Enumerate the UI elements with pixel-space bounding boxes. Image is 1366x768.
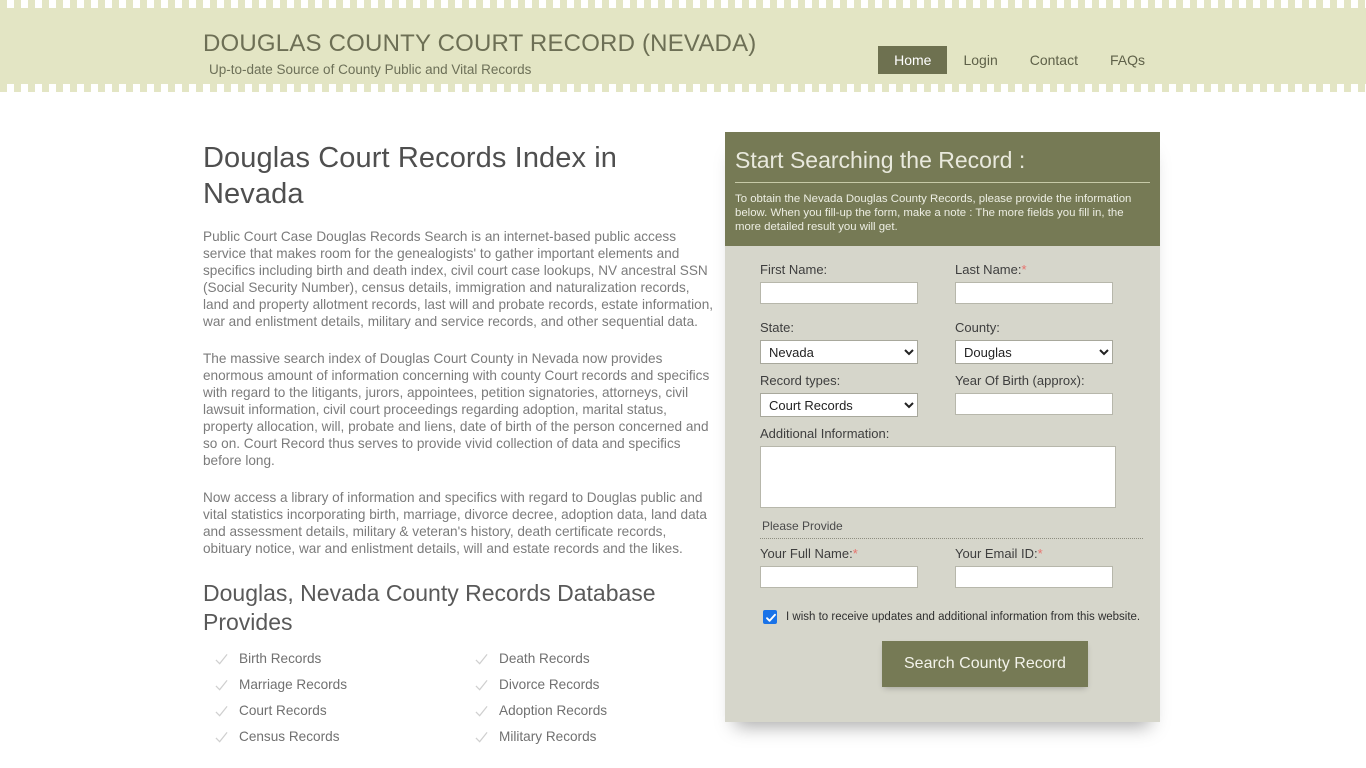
check-icon	[475, 653, 488, 665]
record-label: Marriage Records	[239, 677, 348, 692]
last-name-label-text: Last Name:	[955, 262, 1022, 277]
record-search-form: First Name: Last Name:* State: Nevada Co…	[725, 246, 1160, 687]
nav-item-faqs[interactable]: FAQs	[1094, 46, 1161, 74]
full-name-input[interactable]	[760, 566, 918, 588]
submit-row: Search County Record	[760, 641, 1150, 687]
brand: DOUGLAS COUNTY COURT RECORD (NEVADA) Up-…	[203, 30, 757, 78]
panel-description: To obtain the Nevada Douglas County Reco…	[735, 193, 1132, 233]
intro-paragraph-1: Public Court Case Douglas Records Search…	[203, 229, 714, 329]
page-root: DOUGLAS COUNTY COURT RECORD (NEVADA) Up-…	[0, 0, 1366, 768]
records-list: Birth Records Death Records Marriage Rec…	[215, 651, 718, 745]
site-title: DOUGLAS COUNTY COURT RECORD (NEVADA)	[203, 30, 757, 57]
county-label: County:	[955, 320, 1000, 335]
nav-item-contact[interactable]: Contact	[1014, 46, 1094, 74]
year-of-birth-input[interactable]	[955, 393, 1113, 415]
list-item: Death Records	[475, 651, 735, 667]
first-name-label: First Name:	[760, 262, 828, 277]
intro-paragraph-3: Now access a library of information and …	[203, 490, 707, 556]
email-field-group: Your Email ID:*	[955, 546, 1150, 588]
consent-label: I wish to receive updates and additional…	[786, 611, 1141, 623]
required-marker: *	[1037, 546, 1043, 561]
state-select[interactable]: Nevada	[760, 340, 918, 364]
check-icon	[475, 705, 488, 717]
consent-checkbox[interactable]	[763, 610, 777, 624]
nav-item-login[interactable]: Login	[947, 46, 1013, 74]
nav-item-home[interactable]: Home	[878, 46, 948, 74]
panel-title: Start Searching the Record :	[735, 146, 1150, 183]
main-content: Douglas Court Records Index in Nevada Pu…	[203, 140, 718, 745]
additional-info-label: Additional Information:	[760, 426, 890, 441]
list-item: Divorce Records	[475, 677, 735, 693]
consent-row: I wish to receive updates and additional…	[763, 610, 1150, 624]
record-label: Divorce Records	[499, 677, 600, 692]
email-label: Your Email ID:*	[955, 546, 1150, 562]
additional-info-field-group: Additional Information:	[760, 426, 1150, 513]
check-icon	[215, 653, 228, 665]
record-type-yob-row: Record types: Court Records Year Of Birt…	[760, 373, 1150, 417]
additional-info-textarea[interactable]	[760, 446, 1116, 508]
record-label: Death Records	[499, 651, 590, 666]
check-icon	[215, 705, 228, 717]
last-name-label: Last Name:*	[955, 262, 1150, 278]
header-top-dashed-border	[0, 0, 1366, 8]
state-county-row: State: Nevada County: Douglas	[760, 320, 1150, 364]
checkmark-icon	[766, 613, 776, 622]
search-record-panel: Start Searching the Record : To obtain t…	[725, 132, 1160, 722]
main-navigation: Home Login Contact FAQs	[878, 46, 1161, 74]
name-row: First Name: Last Name:*	[760, 262, 1150, 304]
list-item: Military Records	[475, 729, 735, 745]
search-county-record-button[interactable]: Search County Record	[882, 641, 1088, 687]
full-name-label: Your Full Name:*	[760, 546, 955, 562]
required-marker: *	[1021, 262, 1027, 277]
header-bottom-dashed-border	[0, 84, 1366, 92]
list-item: Marriage Records	[215, 677, 475, 693]
record-label: Birth Records	[239, 651, 322, 666]
year-of-birth-field-group: Year Of Birth (approx):	[955, 373, 1150, 417]
list-item: Adoption Records	[475, 703, 735, 719]
full-name-label-text: Your Full Name:	[760, 546, 853, 561]
record-label: Military Records	[499, 729, 597, 744]
county-field-group: County: Douglas	[955, 320, 1150, 364]
intro-paragraph-2: The massive search index of Douglas Cour…	[203, 351, 710, 468]
record-label: Census Records	[239, 729, 340, 744]
record-label: Adoption Records	[499, 703, 608, 718]
email-label-text: Your Email ID:	[955, 546, 1038, 561]
panel-header: Start Searching the Record : To obtain t…	[725, 132, 1160, 246]
record-types-select[interactable]: Court Records	[760, 393, 918, 417]
record-types-label: Record types:	[760, 373, 841, 388]
list-item: Birth Records	[215, 651, 475, 667]
list-item: Court Records	[215, 703, 475, 719]
email-input[interactable]	[955, 566, 1113, 588]
record-label: Court Records	[239, 703, 327, 718]
list-item: Census Records	[215, 729, 475, 745]
contact-row: Your Full Name:* Your Email ID:*	[760, 546, 1150, 588]
first-name-input[interactable]	[760, 282, 918, 304]
last-name-input[interactable]	[955, 282, 1113, 304]
state-label: State:	[760, 320, 794, 335]
site-header: DOUGLAS COUNTY COURT RECORD (NEVADA) Up-…	[0, 8, 1366, 84]
check-icon	[475, 731, 488, 743]
year-of-birth-label: Year Of Birth (approx):	[955, 373, 1085, 388]
state-field-group: State: Nevada	[760, 320, 955, 364]
check-icon	[475, 679, 488, 691]
please-provide-note: Please Provide	[762, 519, 843, 533]
record-types-field-group: Record types: Court Records	[760, 373, 955, 417]
first-name-field-group: First Name:	[760, 262, 955, 304]
last-name-field-group: Last Name:*	[955, 262, 1150, 304]
required-marker: *	[852, 546, 858, 561]
page-title: Douglas Court Records Index in Nevada	[203, 142, 618, 210]
database-section-title: Douglas, Nevada County Records Database …	[203, 580, 656, 635]
county-select[interactable]: Douglas	[955, 340, 1113, 364]
form-divider	[760, 538, 1143, 539]
check-icon	[215, 731, 228, 743]
full-name-field-group: Your Full Name:*	[760, 546, 955, 588]
site-subtitle: Up-to-date Source of County Public and V…	[209, 62, 532, 77]
check-icon	[215, 679, 228, 691]
